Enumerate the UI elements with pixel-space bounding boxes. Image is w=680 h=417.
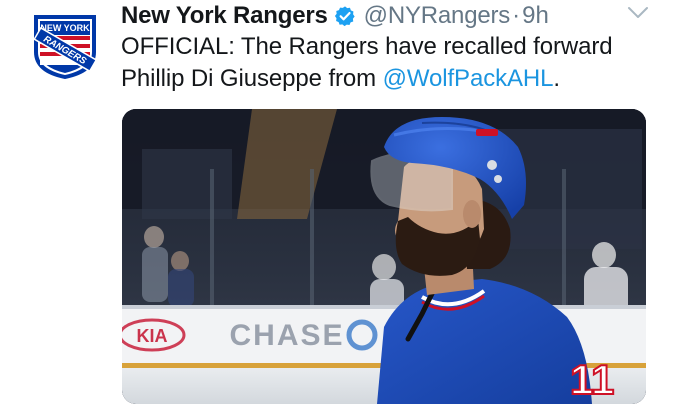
display-name[interactable]: New York Rangers (121, 2, 328, 30)
board-text-kia: KIA (137, 326, 168, 346)
avatar[interactable]: NEW YORK RANGERS (33, 14, 97, 80)
verified-badge-icon (334, 5, 356, 27)
timestamp[interactable]: 9h (522, 2, 549, 30)
tweet-photo[interactable]: KIA CHASE 11 (122, 109, 646, 404)
header-separator: · (512, 2, 521, 29)
tweet-text-end: . (553, 65, 560, 92)
tweet-header: New York Rangers @NYRangers · 9h (121, 0, 549, 32)
rangers-logo-icon: NEW YORK RANGERS (33, 15, 97, 80)
chevron-down-icon[interactable] (627, 6, 649, 20)
svg-text:11: 11 (570, 356, 614, 403)
tweet-text: OFFICIAL: The Rangers have recalled forw… (121, 31, 661, 95)
user-handle[interactable]: @NYRangers (364, 2, 511, 30)
mention-link[interactable]: @WolfPackAHL (383, 65, 554, 92)
board-text-chase: CHASE (229, 319, 344, 352)
